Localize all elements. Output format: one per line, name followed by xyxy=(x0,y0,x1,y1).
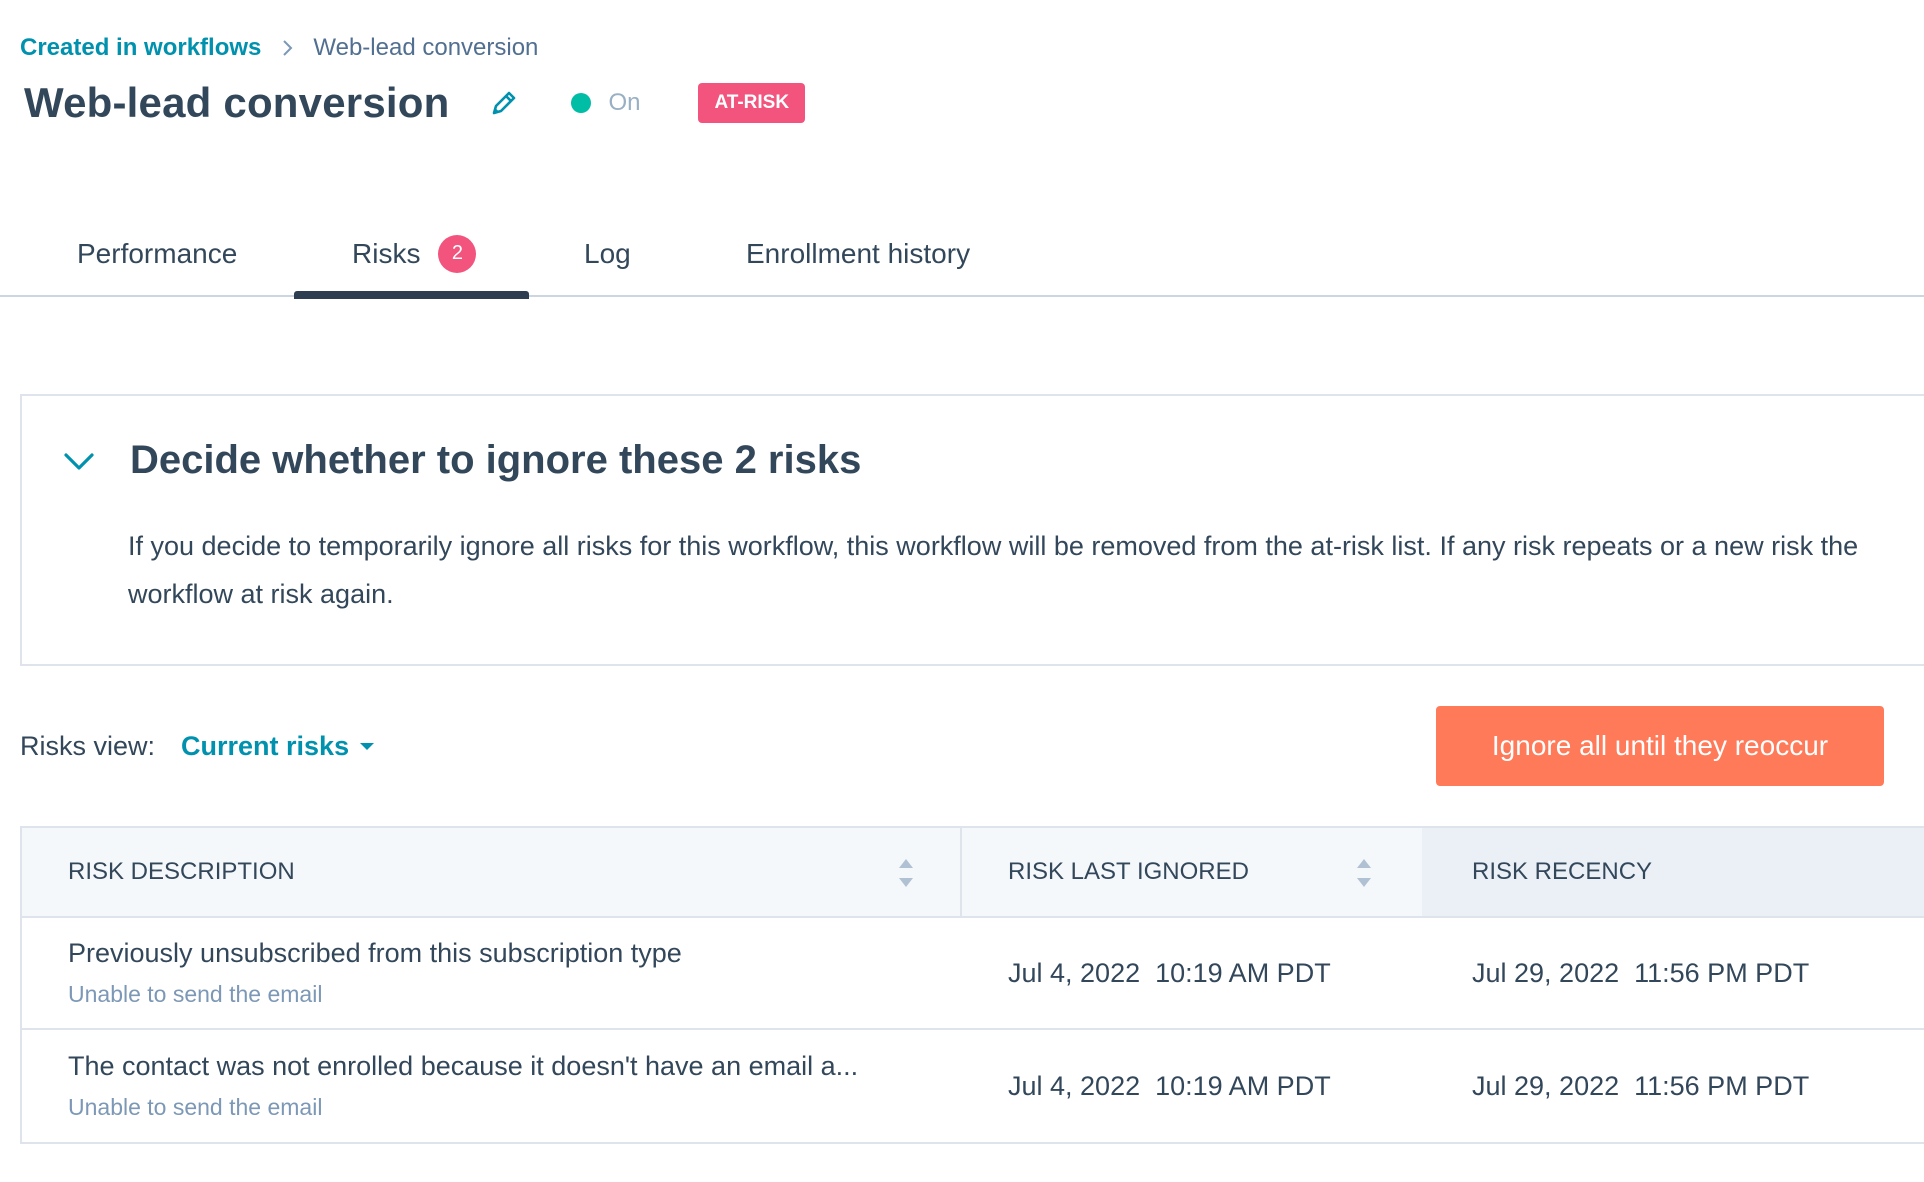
status-dot xyxy=(571,93,592,113)
column-label: RISK LAST IGNORED xyxy=(1008,858,1249,885)
column-header-risk-description[interactable]: RISK DESCRIPTION xyxy=(22,828,962,916)
table-row: The contact was not enrolled because it … xyxy=(22,1030,1924,1142)
pencil-icon[interactable] xyxy=(489,88,519,118)
table-row: Previously unsubscribed from this subscr… xyxy=(22,918,1924,1030)
risk-count-badge: 2 xyxy=(438,234,477,273)
chevron-right-icon xyxy=(277,37,299,59)
risk-recency-date: Jul 29, 2022 11:56 PM PDT xyxy=(1472,1070,1810,1101)
column-label: RISK DESCRIPTION xyxy=(68,858,295,885)
risk-decision-card: Decide whether to ignore these 2 risks I… xyxy=(20,394,1924,666)
risk-recency-date: Jul 29, 2022 11:56 PM PDT xyxy=(1472,957,1810,988)
risk-last-ignored-cell: Jul 4, 2022 10:19 AM PDT xyxy=(962,1030,1422,1142)
tab-label: Enrollment history xyxy=(746,237,971,269)
risk-description-cell: Previously unsubscribed from this subscr… xyxy=(22,918,962,1028)
risks-table: RISK DESCRIPTION RISK LAST IGNORED RISK … xyxy=(20,826,1924,1144)
caret-down-icon xyxy=(359,738,375,754)
page-title: Web-lead conversion xyxy=(24,79,450,126)
column-header-risk-last-ignored[interactable]: RISK LAST IGNORED xyxy=(962,828,1422,916)
risks-view-selected: Current risks xyxy=(181,730,350,761)
tab-risks[interactable]: Risks 2 xyxy=(294,210,529,299)
card-header: Decide whether to ignore these 2 risks xyxy=(62,438,861,483)
ignore-all-button[interactable]: Ignore all until they reoccur xyxy=(1436,706,1884,786)
card-description: If you decide to temporarily ignore all … xyxy=(128,531,1859,609)
workflow-status: On xyxy=(571,89,640,117)
risk-consequence: Unable to send the email xyxy=(68,981,323,1007)
tab-log[interactable]: Log xyxy=(584,210,631,297)
risk-recency-cell: Jul 29, 2022 11:56 PM PDT xyxy=(1422,1030,1924,1142)
column-label: RISK RECENCY xyxy=(1472,858,1653,885)
tab-performance[interactable]: Performance xyxy=(77,210,237,297)
tab-label: Log xyxy=(584,237,631,269)
risks-view-filter: Risks view: Current risks xyxy=(20,718,375,774)
risks-view-dropdown[interactable]: Current risks xyxy=(181,731,375,762)
risk-description: The contact was not enrolled because it … xyxy=(68,1051,859,1081)
tab-bar: Performance Risks 2 Log Enrollment histo… xyxy=(0,210,1924,299)
breadcrumb: Created in workflows Web-lead conversion xyxy=(20,32,538,64)
risk-consequence: Unable to send the email xyxy=(68,1094,323,1120)
breadcrumb-current: Web-lead conversion xyxy=(313,34,539,61)
workflow-risks-page: Created in workflows Web-lead conversion… xyxy=(0,0,1924,1182)
breadcrumb-link-created-in-workflows[interactable]: Created in workflows xyxy=(20,34,261,62)
risk-last-ignored-date: Jul 4, 2022 10:19 AM PDT xyxy=(1008,1070,1331,1101)
sort-icon xyxy=(898,857,914,889)
risk-description-cell: The contact was not enrolled because it … xyxy=(22,1030,962,1142)
chevron-down-icon[interactable] xyxy=(62,444,96,478)
tab-enrollment-history[interactable]: Enrollment history xyxy=(746,210,970,297)
tab-label: Risks xyxy=(352,237,421,269)
card-title: Decide whether to ignore these 2 risks xyxy=(130,438,862,482)
risk-last-ignored-cell: Jul 4, 2022 10:19 AM PDT xyxy=(962,918,1422,1028)
risk-recency-cell: Jul 29, 2022 11:56 PM PDT xyxy=(1422,918,1924,1028)
sort-icon xyxy=(1356,857,1372,889)
table-header: RISK DESCRIPTION RISK LAST IGNORED RISK … xyxy=(22,828,1924,918)
status-label: On xyxy=(608,89,641,116)
risks-view-label: Risks view: xyxy=(20,730,156,761)
column-header-risk-recency[interactable]: RISK RECENCY xyxy=(1422,828,1924,916)
tab-label: Performance xyxy=(77,237,238,269)
title-row: Web-lead conversion On AT-RISK xyxy=(24,76,806,130)
risk-description: Previously unsubscribed from this subscr… xyxy=(68,938,682,968)
at-risk-badge: AT-RISK xyxy=(698,83,806,123)
risk-last-ignored-date: Jul 4, 2022 10:19 AM PDT xyxy=(1008,957,1331,988)
